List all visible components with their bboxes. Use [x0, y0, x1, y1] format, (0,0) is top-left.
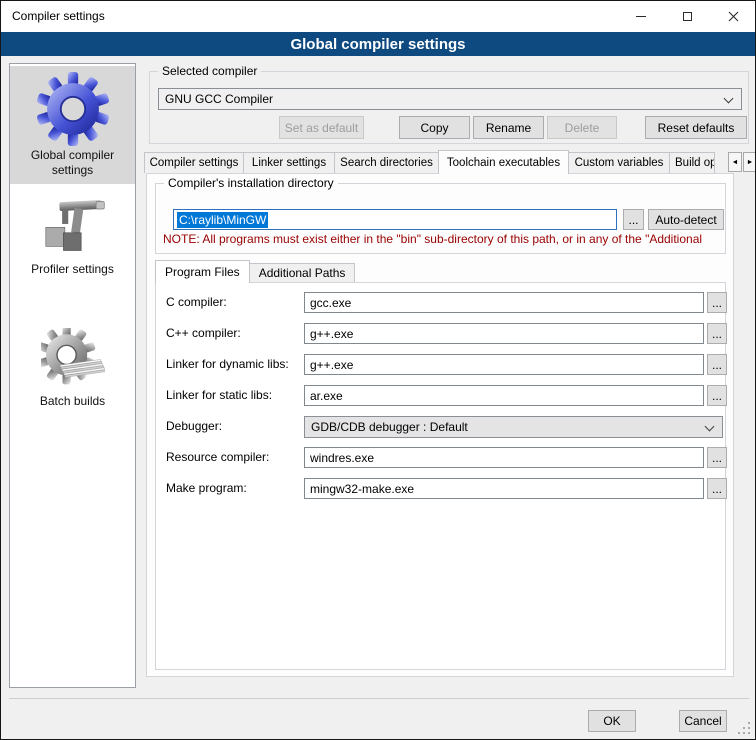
subtab-program-files[interactable]: Program Files [155, 260, 250, 283]
sidebar-item-label: Batch builds [10, 392, 135, 415]
sidebar-item-batch-builds[interactable]: Batch builds [10, 328, 135, 424]
maximize-button[interactable] [664, 1, 710, 32]
program-files-page: C compiler: gcc.exe ... C++ compiler: g+… [155, 282, 726, 670]
settings-tabstrip: Compiler settings Linker settings Search… [144, 150, 728, 174]
minimize-icon [636, 16, 646, 17]
browse-static-linker-button[interactable]: ... [707, 385, 727, 406]
minimize-button[interactable] [618, 1, 664, 32]
compiler-select-value: GNU GCC Compiler [165, 92, 273, 106]
selected-text: C:\raylib\MinGW [177, 212, 268, 228]
resize-grip[interactable] [748, 732, 750, 734]
gear-icon [36, 72, 110, 146]
arrow-right-icon: ► [747, 159, 754, 166]
note-text: NOTE: All programs must exist either in … [163, 232, 716, 247]
dynamic-linker-input[interactable]: g++.exe [304, 354, 704, 375]
field-label: C++ compiler: [166, 323, 241, 344]
group-label: Compiler's installation directory [164, 176, 338, 190]
static-linker-input[interactable]: ar.exe [304, 385, 704, 406]
program-subtabs: Program Files Additional Paths [155, 260, 355, 283]
window-title: Compiler settings [12, 1, 105, 32]
tab-compiler-settings[interactable]: Compiler settings [144, 152, 244, 173]
chevron-down-icon [705, 422, 715, 432]
resource-compiler-input[interactable]: windres.exe [304, 447, 704, 468]
tab-build-options[interactable]: Build options [669, 152, 715, 173]
cpp-compiler-input[interactable]: g++.exe [304, 323, 704, 344]
sidebar-item-label: Global compiler settings [10, 146, 135, 184]
delete-button[interactable]: Delete [547, 116, 617, 139]
field-label: Make program: [166, 478, 247, 499]
compiler-settings-dialog: Compiler settings Global compiler settin… [0, 0, 756, 740]
debugger-select-value: GDB/CDB debugger : Default [311, 420, 468, 434]
title-bar: Compiler settings [1, 1, 755, 32]
debugger-select[interactable]: GDB/CDB debugger : Default [304, 416, 723, 438]
subtab-additional-paths[interactable]: Additional Paths [249, 263, 356, 282]
make-program-input[interactable]: mingw32-make.exe [304, 478, 704, 499]
set-as-default-button[interactable]: Set as default [279, 116, 364, 139]
compiler-select[interactable]: GNU GCC Compiler [158, 88, 742, 110]
installation-directory-group: Compiler's installation directory C:\ray… [155, 183, 726, 254]
browse-c-compiler-button[interactable]: ... [707, 292, 727, 313]
browse-cpp-compiler-button[interactable]: ... [707, 323, 727, 344]
close-button[interactable] [710, 1, 756, 32]
sidebar-item-profiler-settings[interactable]: Profiler settings [10, 192, 135, 292]
copy-button[interactable]: Copy [399, 116, 470, 139]
footer-divider [9, 698, 749, 699]
field-label: C compiler: [166, 292, 227, 313]
field-label: Debugger: [166, 416, 222, 437]
c-compiler-input[interactable]: gcc.exe [304, 292, 704, 313]
rename-button[interactable]: Rename [473, 116, 544, 139]
chevron-down-icon [724, 94, 734, 104]
tab-scroll-right-button[interactable]: ► [743, 152, 756, 172]
tab-linker-settings[interactable]: Linker settings [243, 152, 335, 173]
auto-detect-button[interactable]: Auto-detect [648, 209, 724, 230]
browse-directory-button[interactable]: ... [623, 209, 644, 230]
ok-button[interactable]: OK [588, 710, 636, 732]
sidebar-item-global-compiler-settings[interactable]: Global compiler settings [10, 66, 135, 184]
tab-custom-variables[interactable]: Custom variables [568, 152, 670, 173]
group-label: Selected compiler [158, 64, 261, 78]
browse-dynamic-linker-button[interactable]: ... [707, 354, 727, 375]
reset-defaults-button[interactable]: Reset defaults [645, 116, 747, 139]
installation-directory-input[interactable]: C:\raylib\MinGW [173, 209, 617, 230]
sidebar-item-label: Profiler settings [10, 260, 135, 283]
tab-toolchain-executables[interactable]: Toolchain executables [438, 150, 569, 174]
field-label: Linker for static libs: [166, 385, 272, 406]
field-label: Linker for dynamic libs: [166, 354, 289, 375]
field-label: Resource compiler: [166, 447, 269, 468]
close-icon [728, 11, 739, 22]
arrow-left-icon: ◄ [732, 159, 739, 166]
profiler-caliper-icon [39, 192, 107, 260]
dialog-header: Global compiler settings [1, 32, 755, 56]
cancel-button[interactable]: Cancel [679, 710, 727, 732]
browse-make-program-button[interactable]: ... [707, 478, 727, 499]
tab-search-directories[interactable]: Search directories [334, 152, 439, 173]
toolchain-executables-page: Compiler's installation directory C:\ray… [146, 173, 734, 677]
sidebar: Global compiler settings [9, 63, 136, 688]
batch-builds-icon [41, 328, 105, 392]
maximize-icon [683, 12, 692, 21]
browse-resource-compiler-button[interactable]: ... [707, 447, 727, 468]
tab-scroll-left-button[interactable]: ◄ [728, 152, 742, 172]
selected-compiler-group: Selected compiler GNU GCC Compiler Set a… [149, 71, 749, 144]
